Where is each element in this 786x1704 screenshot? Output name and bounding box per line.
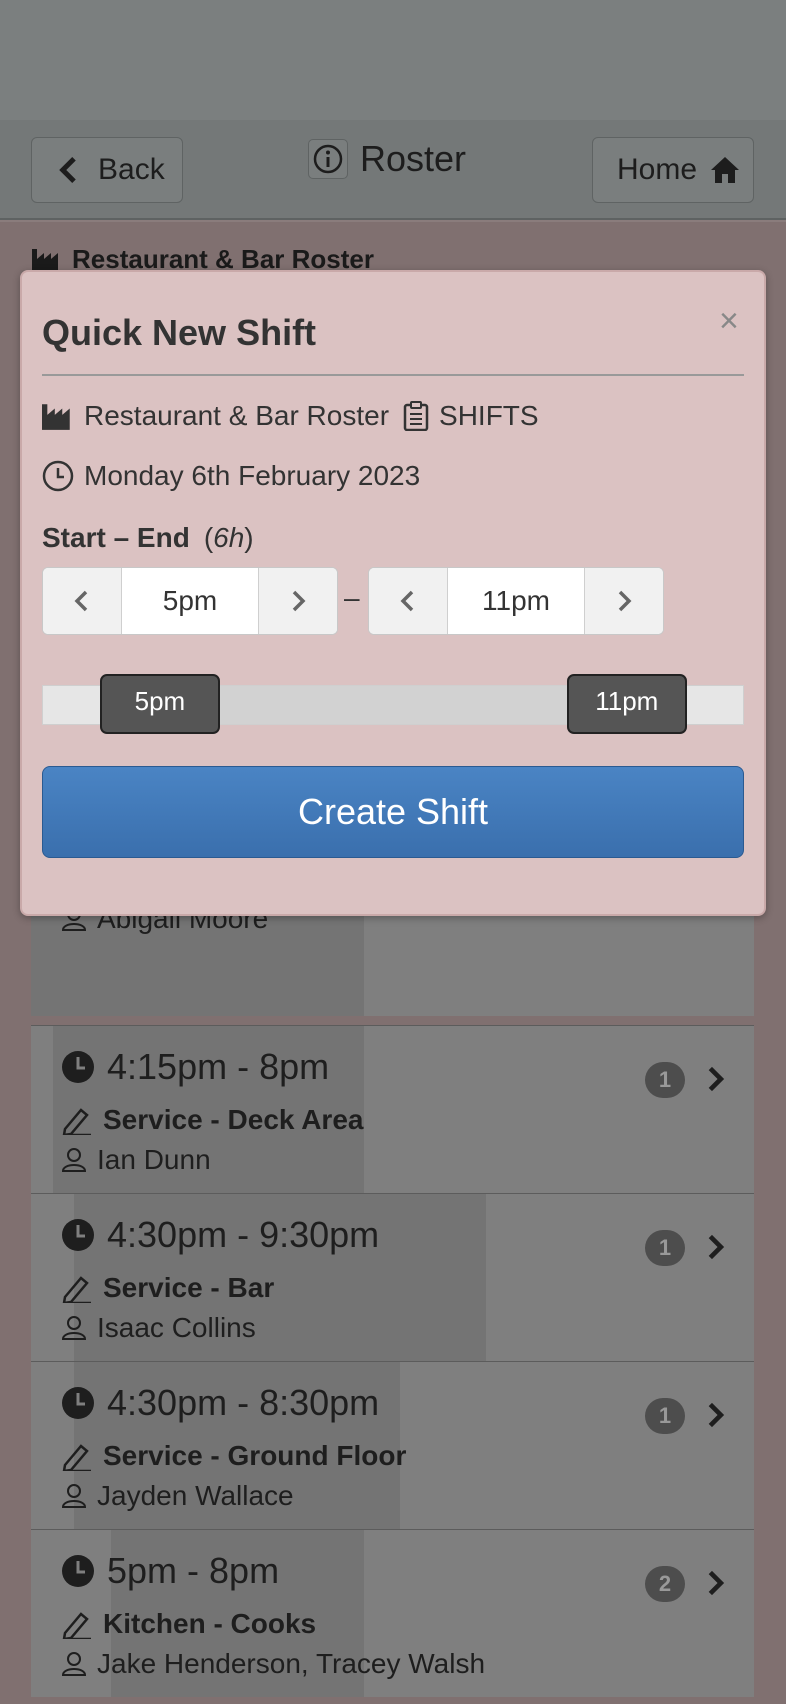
- shift-staff: Isaac Collins: [61, 1312, 256, 1344]
- staff-count-badge: 1: [645, 1062, 685, 1098]
- info-circle-icon: [313, 144, 343, 174]
- shift-row[interactable]: 4:15pm - 8pm Service - Deck Area Ian Dun…: [31, 1025, 754, 1193]
- chevron-left-icon: [59, 156, 76, 184]
- shift-time: 4:30pm - 8:30pm: [61, 1382, 379, 1424]
- start-end-label: Start – End (6h): [42, 522, 254, 554]
- shift-time-text: 5pm - 8pm: [107, 1550, 280, 1591]
- shift-role: Service - Deck Area: [61, 1104, 363, 1136]
- shift-time: 4:15pm - 8pm: [61, 1046, 329, 1088]
- clock-icon: [62, 1387, 94, 1419]
- pencil-icon: [62, 1444, 91, 1471]
- shift-time-text: 4:30pm - 8:30pm: [107, 1382, 380, 1423]
- chevron-left-icon: [400, 590, 414, 612]
- factory-icon: [42, 404, 70, 430]
- shift-row[interactable]: 4:30pm - 8:30pm Service - Ground Floor J…: [31, 1361, 754, 1529]
- close-button[interactable]: ×: [719, 302, 739, 341]
- chevron-left-icon: [74, 590, 88, 612]
- shift-role: Service - Bar: [61, 1272, 274, 1304]
- pencil-icon: [62, 1612, 91, 1639]
- user-icon: [61, 1148, 87, 1172]
- chevron-right-icon: [618, 590, 632, 612]
- shift-row[interactable]: 4:30pm - 9:30pm Service - Bar Isaac Coll…: [31, 1193, 754, 1361]
- duration-value: 6h: [213, 522, 245, 553]
- back-button-label: Back: [98, 153, 165, 186]
- staff-count-badge: 2: [645, 1566, 685, 1602]
- shift-time-text: 4:30pm - 9:30pm: [107, 1214, 380, 1255]
- status-bar-area: [0, 0, 786, 120]
- chevron-right-icon: [708, 1570, 725, 1596]
- shift-role-text: Service - Bar: [103, 1272, 275, 1303]
- slider-start-handle[interactable]: 5pm: [99, 674, 220, 734]
- create-shift-button[interactable]: Create Shift: [42, 766, 744, 858]
- clock-icon: [62, 1051, 94, 1083]
- shift-staff-text: Jake Henderson, Tracey Walsh: [97, 1648, 486, 1679]
- dialog-title: Quick New Shift: [42, 312, 317, 353]
- quick-new-shift-dialog: Quick New Shift × Restaurant & Bar Roste…: [20, 270, 766, 916]
- shift-time: 4:30pm - 9:30pm: [61, 1214, 379, 1256]
- chevron-right-icon: [708, 1066, 725, 1092]
- start-time-stepper: 5pm: [42, 567, 338, 635]
- top-navbar: Back Roster Home: [0, 120, 786, 220]
- chevron-right-icon: [292, 590, 306, 612]
- user-icon: [61, 1316, 87, 1340]
- end-decrement-button[interactable]: [369, 568, 448, 634]
- end-time-stepper: 11pm: [368, 567, 664, 635]
- home-icon: [711, 157, 740, 183]
- pencil-icon: [62, 1108, 91, 1135]
- shift-role: Kitchen - Cooks: [61, 1608, 316, 1640]
- shift-staff-text: Jayden Wallace: [97, 1480, 294, 1511]
- shift-date: Monday 6th February 2023: [42, 460, 420, 492]
- chevron-right-icon: [708, 1402, 725, 1428]
- shift-row[interactable]: 5pm - 8pm Kitchen - Cooks Jake Henderson…: [31, 1529, 754, 1697]
- roster-info: Restaurant & Bar Roster SHIFTS: [42, 400, 539, 432]
- staff-count-badge: 1: [645, 1230, 685, 1266]
- pencil-icon: [62, 1276, 91, 1303]
- home-button-label: Home: [617, 153, 698, 186]
- duration-label: (6h): [203, 522, 254, 553]
- start-time-value[interactable]: 5pm: [122, 568, 258, 634]
- page-title: Roster: [308, 138, 466, 180]
- chevron-right-icon: [708, 1234, 725, 1260]
- shift-staff: Ian Dunn: [61, 1144, 211, 1176]
- back-button[interactable]: Back: [31, 137, 183, 203]
- shift-role-text: Service - Ground Floor: [103, 1440, 407, 1471]
- title-divider: [42, 374, 744, 376]
- slider-selected-range: [160, 686, 628, 724]
- shift-role-text: Kitchen - Cooks: [103, 1608, 317, 1639]
- clock-icon: [62, 1219, 94, 1251]
- slider-end-handle[interactable]: 11pm: [566, 674, 687, 734]
- start-end-label-text: Start – End: [42, 522, 190, 553]
- user-icon: [61, 1652, 87, 1676]
- user-icon: [61, 1484, 87, 1508]
- shift-role: Service - Ground Floor: [61, 1440, 406, 1472]
- factory-icon: [32, 248, 58, 273]
- end-time-value[interactable]: 11pm: [448, 568, 584, 634]
- shift-staff: Jake Henderson, Tracey Walsh: [61, 1648, 485, 1680]
- section-name: SHIFTS: [439, 400, 539, 431]
- shift-staff-text: Ian Dunn: [97, 1144, 211, 1175]
- end-increment-button[interactable]: [584, 568, 663, 634]
- roster-name: Restaurant & Bar Roster: [84, 400, 390, 431]
- clipboard-icon: [403, 401, 429, 431]
- page-title-text: Roster: [360, 138, 467, 179]
- shift-role-text: Service - Deck Area: [103, 1104, 364, 1135]
- start-increment-button[interactable]: [258, 568, 337, 634]
- shift-staff: Jayden Wallace: [61, 1480, 294, 1512]
- shift-staff-text: Isaac Collins: [97, 1312, 256, 1343]
- shift-time-text: 4:15pm - 8pm: [107, 1046, 330, 1087]
- range-separator: –: [344, 582, 360, 613]
- clock-icon: [42, 460, 74, 492]
- clock-icon: [62, 1555, 94, 1587]
- info-button[interactable]: [308, 139, 348, 179]
- staff-count-badge: 1: [645, 1398, 685, 1434]
- shift-time: 5pm - 8pm: [61, 1550, 279, 1592]
- home-button[interactable]: Home: [592, 137, 754, 203]
- shift-date-text: Monday 6th February 2023: [84, 460, 421, 491]
- start-decrement-button[interactable]: [43, 568, 122, 634]
